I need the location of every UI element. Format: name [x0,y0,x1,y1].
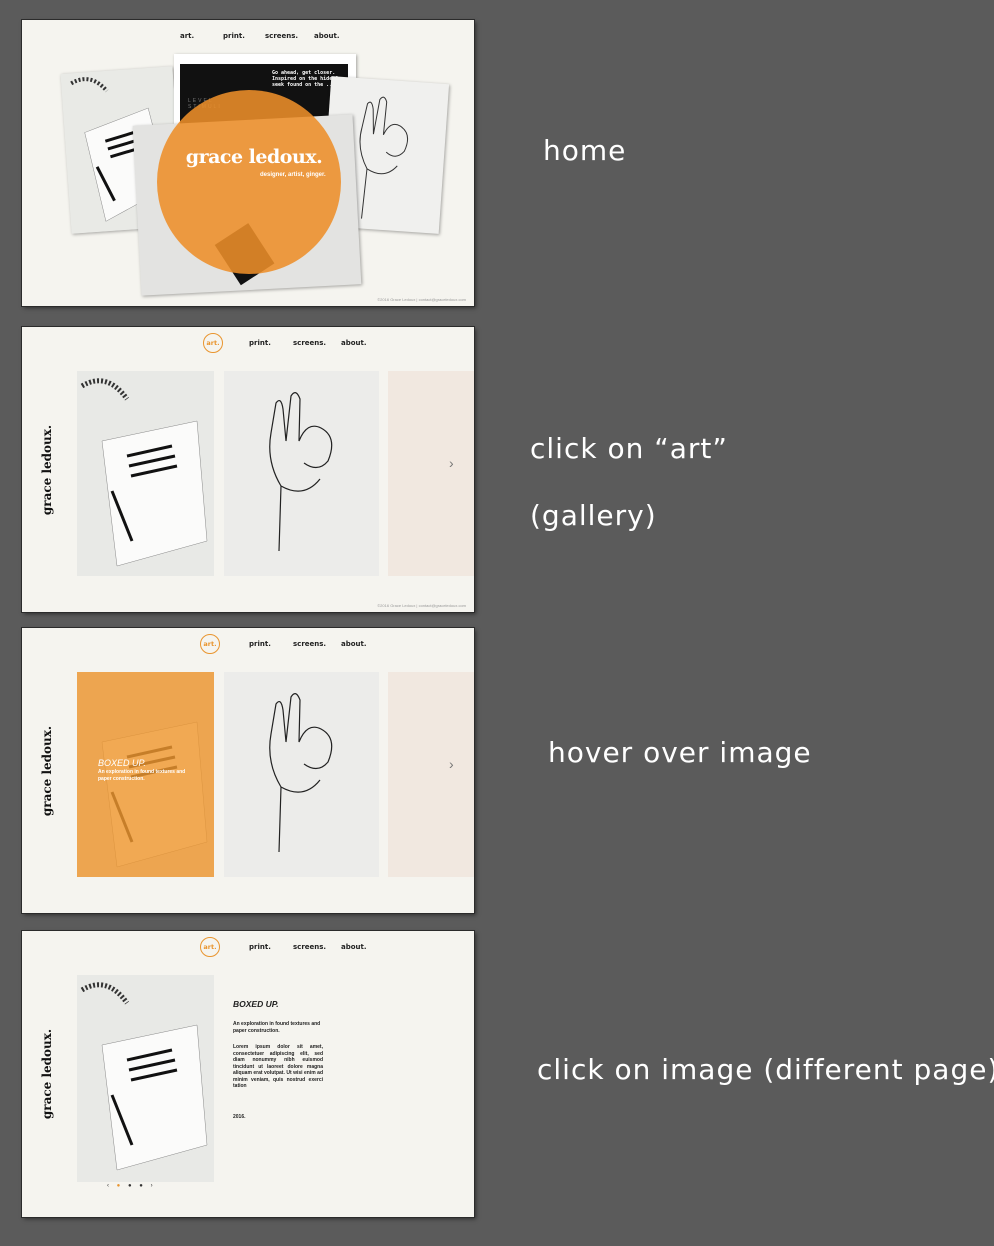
image-pager: ‹ ● ● ● › [107,1183,156,1189]
hand-sketch-icon [269,693,333,853]
nav-screens[interactable]: screens. [293,339,326,347]
overlay-title: BOXED UP. [98,758,146,768]
top-nav: art. print. screens. about. [22,634,474,656]
pager-prev-icon[interactable]: ‹ [107,1183,112,1189]
nav-print[interactable]: print. [249,339,271,347]
vertical-logo[interactable]: grace ledoux. [40,420,54,520]
gallery-tile-boxed-up[interactable] [77,371,214,576]
overlay-subtitle: An exploration in found textures and pap… [98,769,186,782]
chevron-right-icon[interactable]: › [449,756,454,772]
annotation-detail: click on image (different page) [537,1053,994,1086]
nav-print[interactable]: print. [223,32,245,40]
pager-dot[interactable]: ● [139,1183,146,1189]
nav-art-active[interactable]: art. [203,333,223,353]
annotation-hover: hover over image [548,736,812,769]
annotation-gallery: (gallery) [530,499,657,532]
home-screen: art. print. screens. about. Go ahead, ge… [22,20,474,306]
boxed-up-image [77,975,214,1182]
site-tagline: designer, artist, ginger. [260,172,326,178]
nav-screens[interactable]: screens. [293,943,326,951]
detail-image [77,975,214,1182]
nav-art-active[interactable]: art. [200,937,220,957]
top-nav: art. print. screens. about. [22,333,474,355]
detail-subtitle: An exploration in found textures and pap… [233,1021,321,1034]
gallery-tile-hand[interactable] [224,672,379,877]
nav-about[interactable]: about. [341,640,367,648]
vertical-logo[interactable]: grace ledoux. [40,1024,54,1124]
gallery-hover-screen: art. print. screens. about. grace ledoux… [22,628,474,913]
site-logo[interactable]: grace ledoux. [174,146,334,168]
top-nav: art. print. screens. about. [22,32,474,48]
gallery-tile-next[interactable] [388,371,474,576]
nav-print[interactable]: print. [249,943,271,951]
footer-text: ©2016 Grace Ledoux | contact@graceledoux… [377,297,466,302]
boxed-up-image [77,371,214,576]
top-nav: art. print. screens. about. [22,937,474,959]
pager-dot-active[interactable]: ● [117,1183,124,1189]
annotation-art-click: click on “art” [530,432,728,465]
footer-text: ©2016 Grace Ledoux | contact@graceledoux… [377,603,466,608]
pager-next-icon[interactable]: › [151,1183,156,1189]
gallery-tile-hand[interactable] [224,371,379,576]
gallery-screen: art. print. screens. about. grace ledoux… [22,327,474,612]
nav-about[interactable]: about. [341,943,367,951]
nav-screens[interactable]: screens. [293,640,326,648]
detail-year: 2016. [233,1114,246,1120]
pager-dot[interactable]: ● [128,1183,135,1189]
hero-circle [157,90,341,274]
detail-body: Lorem ipsum dolor sit amet, consectetuer… [233,1044,323,1089]
annotation-home: home [543,134,627,167]
nav-art[interactable]: art. [180,32,194,40]
nav-art-active[interactable]: art. [200,634,220,654]
detail-title: BOXED UP. [233,999,279,1009]
nav-about[interactable]: about. [314,32,340,40]
detail-screen: art. print. screens. about. grace ledoux… [22,931,474,1217]
nav-about[interactable]: about. [341,339,367,347]
nav-print[interactable]: print. [249,640,271,648]
chevron-right-icon[interactable]: › [449,455,454,471]
nav-screens[interactable]: screens. [265,32,298,40]
hand-sketch-icon [269,392,333,552]
gallery-tile-next[interactable] [388,672,474,877]
vertical-logo[interactable]: grace ledoux. [40,721,54,821]
